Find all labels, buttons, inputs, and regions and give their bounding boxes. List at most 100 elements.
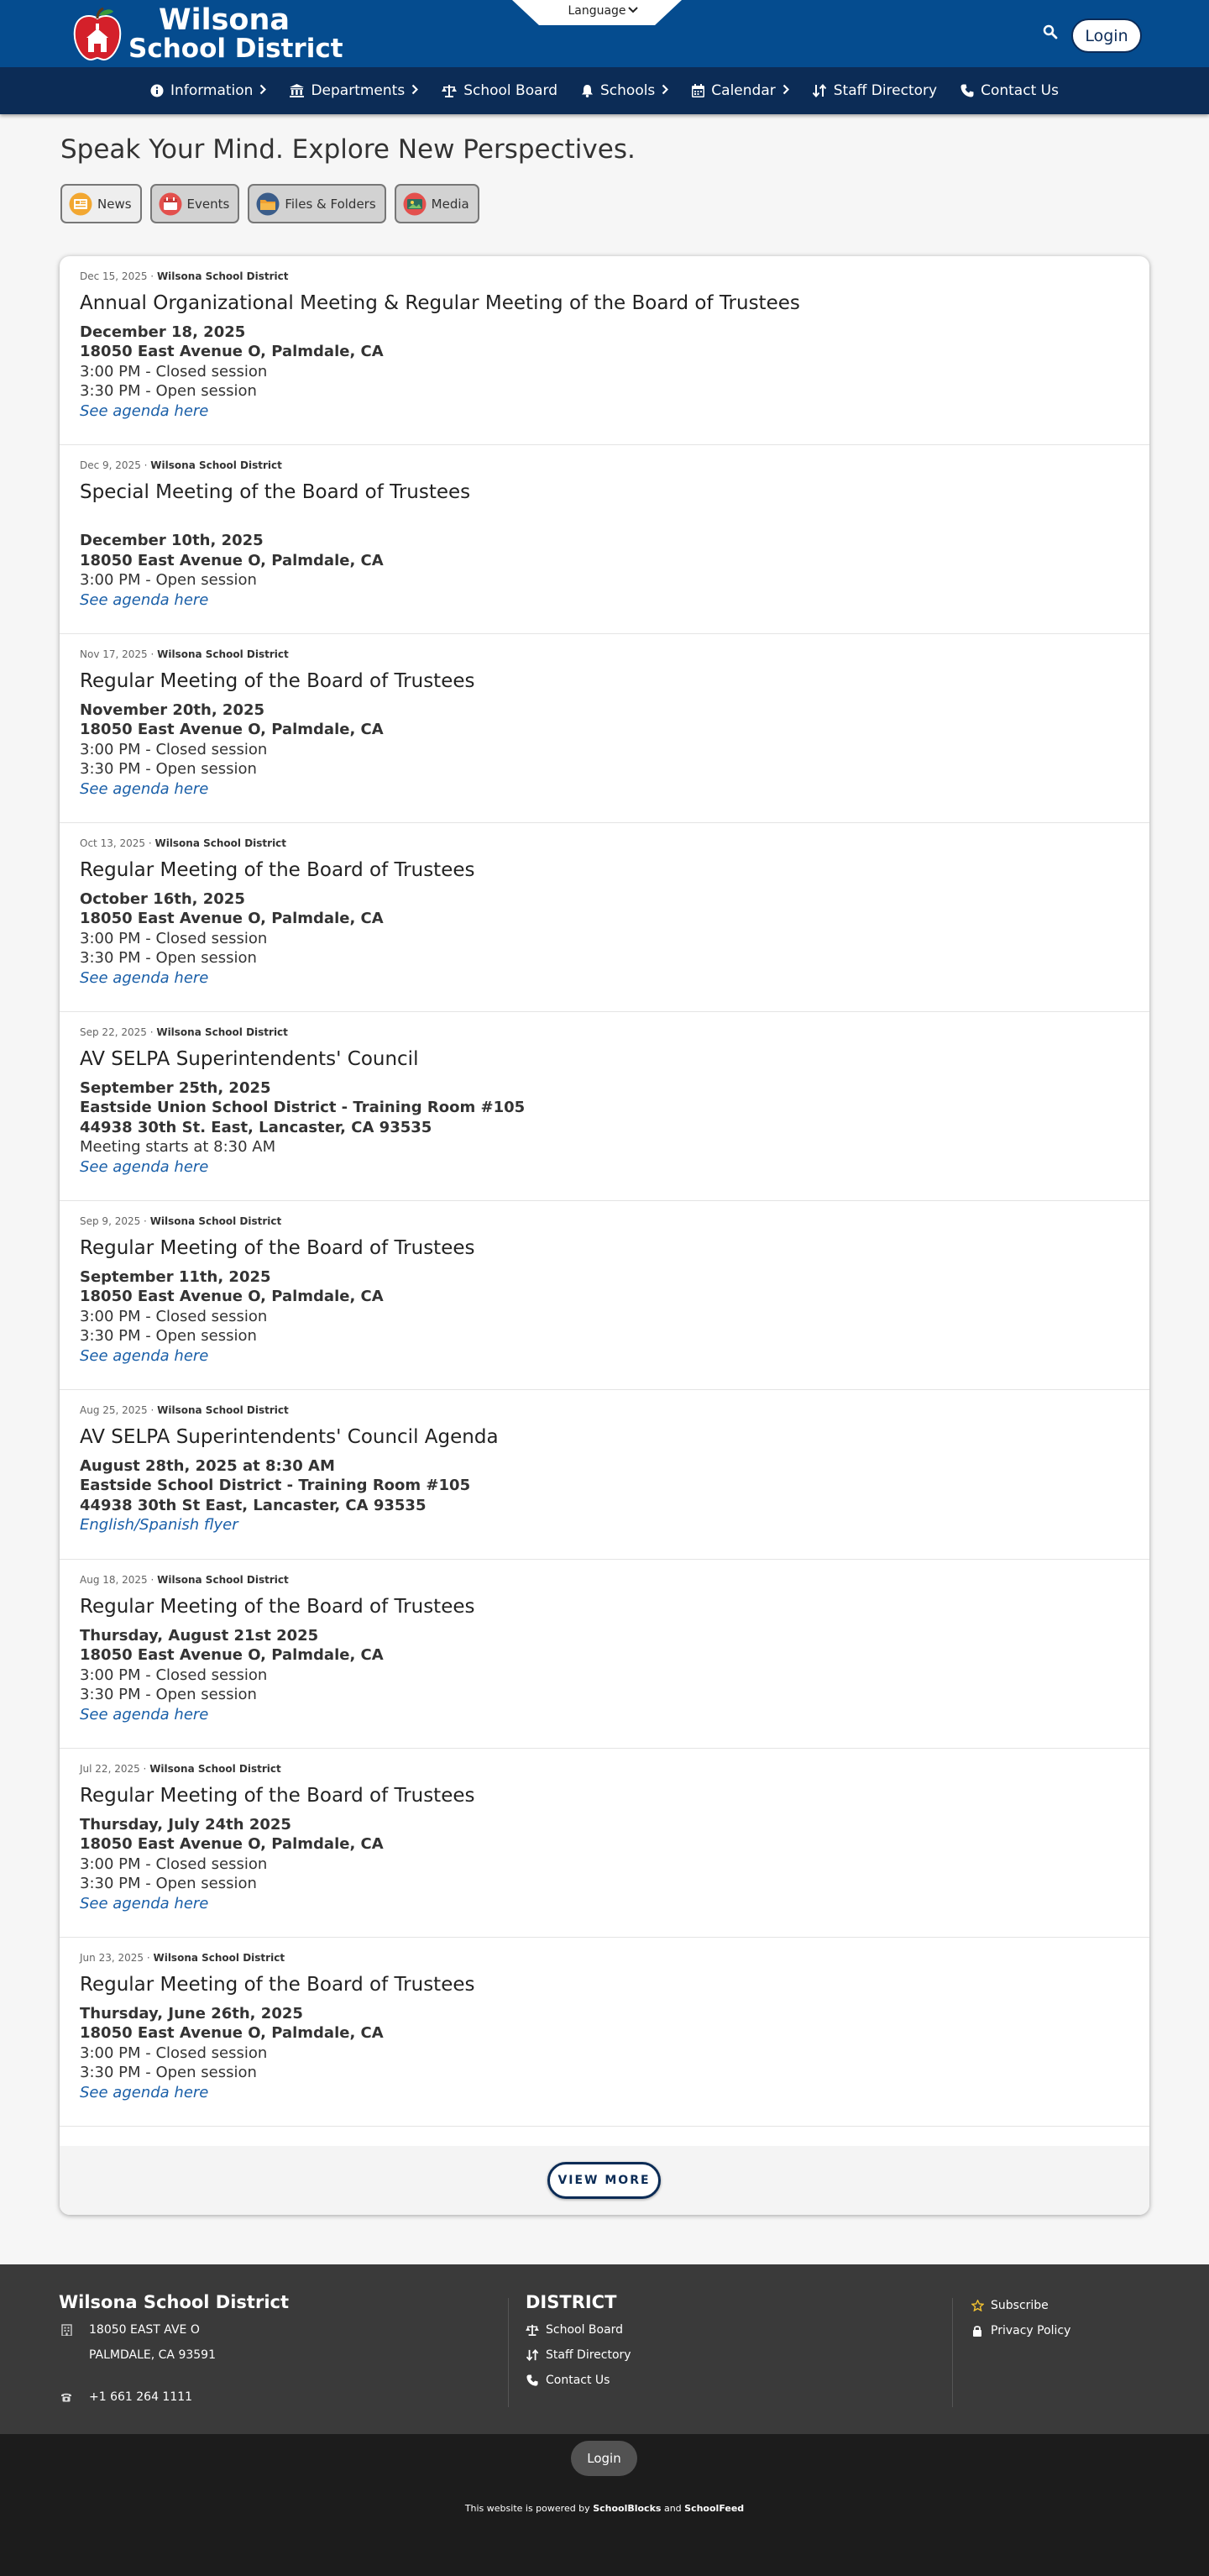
schoolfeed-link[interactable]: SchoolFeed: [684, 2503, 744, 2514]
feed-item-title[interactable]: Regular Meeting of the Board of Trustees: [80, 670, 1149, 694]
filter-files-folders[interactable]: Files & Folders: [248, 184, 386, 223]
feed-item-line: Eastside Union School District - Trainin…: [80, 1099, 526, 1117]
telephone-icon: [59, 2392, 74, 2402]
feed-item[interactable]: Jun 23, 2025 · Wilsona School District Re…: [60, 1938, 1149, 2127]
feed-item-date: Nov 17, 2025: [80, 648, 148, 660]
feed-item-line: 18050 East Avenue O, Palmdale, CA: [80, 343, 384, 361]
filter-news[interactable]: News: [60, 184, 142, 223]
agenda-link[interactable]: See agenda here: [80, 779, 1149, 800]
scale-icon: [442, 84, 458, 97]
schoolblocks-link[interactable]: SchoolBlocks: [593, 2503, 661, 2514]
feed-item-date: Jun 23, 2025: [80, 1952, 144, 1964]
feed-item-title[interactable]: Regular Meeting of the Board of Trustees: [80, 1596, 1149, 1619]
feed-item-line: 18050 East Avenue O, Palmdale, CA: [80, 721, 384, 739]
feed-item-source[interactable]: Wilsona School District: [150, 1215, 282, 1227]
feed-item-source[interactable]: Wilsona School District: [157, 1404, 289, 1416]
view-more-button[interactable]: VIEW MORE: [547, 2162, 661, 2199]
feed-item-source[interactable]: Wilsona School District: [156, 1026, 288, 1038]
feed-item-body: December 18, 2025 18050 East Avenue O, Pa…: [80, 323, 1149, 422]
subscribe-link[interactable]: Subscribe: [971, 2299, 1049, 2312]
filter-events[interactable]: Events: [149, 184, 240, 223]
agenda-link[interactable]: See agenda here: [80, 590, 1149, 611]
feed-item[interactable]: Jul 22, 2025 · Wilsona School District Re…: [60, 1749, 1149, 1938]
chevron-right-icon: [662, 84, 669, 98]
powered-by-text: This website is powered by SchoolBlocks …: [464, 2503, 745, 2514]
footer-link-staff-directory[interactable]: Staff Directory: [526, 2348, 631, 2362]
feed-item-title[interactable]: Regular Meeting of the Board of Trustees: [80, 1785, 1149, 1808]
search-icon[interactable]: [1043, 24, 1061, 43]
nav-item-schools[interactable]: Schools: [569, 67, 680, 114]
feed-item[interactable]: Dec 9, 2025 · Wilsona School District Spe…: [60, 445, 1149, 634]
feed-item[interactable]: Nov 17, 2025 · Wilsona School District Re…: [60, 634, 1149, 823]
feed-item[interactable]: Dec 15, 2025 · Wilsona School District An…: [60, 256, 1149, 445]
feed-item-line: 3:00 PM - Closed session: [80, 1855, 268, 1873]
footer-link-label: Staff Directory: [546, 2348, 631, 2362]
privacy-policy-link[interactable]: Privacy Policy: [971, 2324, 1070, 2337]
nav-item-calendar[interactable]: Calendar: [680, 67, 800, 114]
feed-item[interactable]: Sep 9, 2025 · Wilsona School District Reg…: [60, 1201, 1149, 1390]
feed-item-line: 44938 30th St. East, Lancaster, CA 93535: [80, 1118, 432, 1136]
agenda-link[interactable]: See agenda here: [80, 1894, 1149, 1914]
feed-item-title[interactable]: Regular Meeting of the Board of Trustees: [80, 859, 1149, 883]
feed-item-source[interactable]: Wilsona School District: [154, 837, 286, 849]
nav-label: Contact Us: [981, 82, 1059, 99]
footer-link-school-board[interactable]: School Board: [526, 2323, 623, 2337]
feed-item[interactable]: Oct 13, 2025 · Wilsona School District Re…: [60, 823, 1149, 1012]
feed-item-title[interactable]: Annual Organizational Meeting & Regular …: [80, 292, 1149, 316]
feed-item-title[interactable]: Regular Meeting of the Board of Trustees: [80, 1237, 1149, 1261]
footer-address-line2: PALMDALE, CA 93591: [59, 2348, 216, 2362]
footer-phone-number: +1 661 264 1111: [89, 2390, 193, 2404]
feed-item-title[interactable]: Regular Meeting of the Board of Trustees: [80, 1974, 1149, 1997]
feed-item-line: August 28th, 2025 at 8:30 AM: [80, 1456, 335, 1475]
login-button[interactable]: Login: [1071, 18, 1142, 53]
feed-item-meta: Aug 18, 2025 · Wilsona School District: [80, 1574, 289, 1586]
feed-item-source[interactable]: Wilsona School District: [157, 270, 289, 282]
feed-item-line: October 16th, 2025: [80, 889, 245, 908]
feed-item-source[interactable]: Wilsona School District: [150, 459, 282, 471]
chevron-right-icon: [259, 84, 267, 98]
feed-item[interactable]: Aug 25, 2025 · Wilsona School District AV…: [60, 1390, 1149, 1560]
agenda-link[interactable]: See agenda here: [80, 1157, 1149, 1178]
feed-item-source[interactable]: Wilsona School District: [153, 1952, 285, 1964]
bell-icon: [581, 84, 594, 97]
feed-item[interactable]: Sep 22, 2025 · Wilsona School District AV…: [60, 1012, 1149, 1201]
footer-phone[interactable]: +1 661 264 1111: [59, 2390, 192, 2404]
feed-item-line: 3:00 PM - Closed session: [80, 929, 268, 947]
nav-label: Schools: [600, 82, 656, 99]
feed-item-title[interactable]: AV SELPA Superintendents' Council: [80, 1048, 1149, 1072]
feed-item-source[interactable]: Wilsona School District: [149, 1763, 281, 1775]
nav-item-staff-directory[interactable]: Staff Directory: [801, 67, 949, 114]
footer-section-title: DISTRICT: [526, 2292, 617, 2312]
feed-item-title[interactable]: Special Meeting of the Board of Trustees: [80, 481, 1149, 505]
feed-item-line: 18050 East Avenue O, Palmdale, CA: [80, 1288, 384, 1306]
feed-item-source[interactable]: Wilsona School District: [157, 648, 289, 660]
feed-item-title[interactable]: AV SELPA Superintendents' Council Agenda: [80, 1426, 1149, 1450]
agenda-link[interactable]: See agenda here: [80, 1346, 1149, 1367]
language-selector[interactable]: Language: [512, 0, 697, 25]
bank-icon: [290, 84, 305, 97]
agenda-link[interactable]: See agenda here: [80, 401, 1149, 422]
footer-divider: [508, 2298, 509, 2407]
lock-icon: [971, 2325, 984, 2337]
feed-item-line: November 20th, 2025: [80, 700, 265, 719]
feed-item-source[interactable]: Wilsona School District: [157, 1574, 289, 1586]
feed-item[interactable]: Aug 18, 2025 · Wilsona School District Re…: [60, 1560, 1149, 1749]
language-label: Language: [568, 4, 626, 18]
feed-item-line: Meeting starts at 8:30 AM: [80, 1138, 276, 1157]
nav-item-school-board[interactable]: School Board: [430, 67, 569, 114]
nav-item-departments[interactable]: Departments: [278, 67, 430, 114]
privacy-label: Privacy Policy: [991, 2324, 1071, 2337]
nav-item-information[interactable]: Information: [139, 67, 278, 114]
district-logo[interactable]: Wilsona School District: [71, 6, 343, 62]
footer-login-button[interactable]: Login: [571, 2441, 637, 2476]
agenda-link[interactable]: See agenda here: [80, 968, 1149, 989]
footer-link-contact-us[interactable]: Contact Us: [526, 2374, 610, 2387]
nav-item-contact-us[interactable]: Contact Us: [949, 67, 1070, 114]
phone-icon: [526, 2374, 539, 2386]
agenda-link[interactable]: See agenda here: [80, 2083, 1149, 2103]
filter-media[interactable]: Media: [394, 184, 479, 223]
agenda-link[interactable]: See agenda here: [80, 1705, 1149, 1725]
agenda-link[interactable]: English/Spanish flyer: [80, 1515, 1149, 1535]
feed-item-line: December 18, 2025: [80, 323, 246, 341]
feed-item-line: Thursday, July 24th 2025: [80, 1815, 291, 1834]
